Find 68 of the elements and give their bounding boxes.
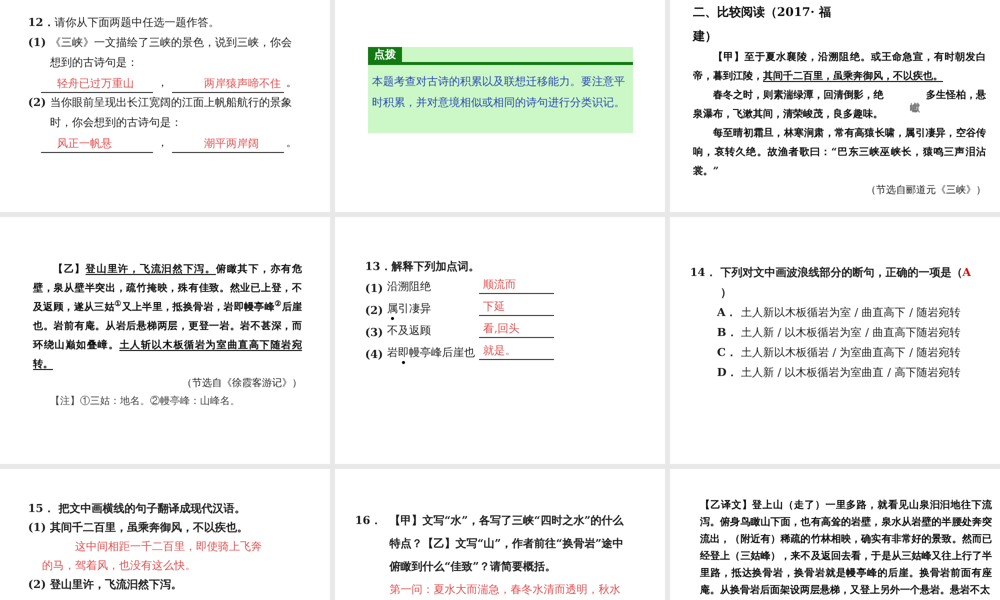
section-title: 二、比较阅读（2017· 福建） xyxy=(693,4,832,45)
blank-separator: ， xyxy=(157,135,168,151)
blank-end: 。 xyxy=(286,75,297,91)
passage-note: 【注】①三姑：地名。②幔亭峰：山峰名。 xyxy=(49,394,241,409)
passage-paragraph: 每至晴初霜旦，林寒涧肃，常有高猿长啸，属引凄异，空谷传响，哀转久绝。故渔者歌曰：“巴东三峡巫峡长，猿鸣三声泪沾裳。” xyxy=(693,126,986,179)
question-number: 12． xyxy=(28,15,54,31)
question-number: 16． xyxy=(355,513,382,529)
item-label: (2) xyxy=(365,303,384,319)
term-text: 岩即幔亭峰后崖也 xyxy=(387,345,480,365)
slide-thumbnail[interactable]: 二、比较阅读（2017· 福建） 【甲】至于夏水襄陵，沿溯阻绝。或王命急宣，有时朝发白帝，暮到江陵，其间千二百里，虽乘奔御风，不以疾也。 春冬之时，则素湍绿潭，回清倒影，绝 巘 多生怪柏，悬泉瀑布，飞漱其间，清荣峻茂，良多趣味。 每至晴初霜旦，林寒涧肃，常有高猿长啸，属引凄异，空谷传响，哀转久绝。故渔者歌曰：“巴东三峡巫峡长，猿鸣三声泪沾裳。” （节选自郦道元《三峡》） xyxy=(670,0,1000,212)
question-number: 14． xyxy=(690,265,716,281)
item-text: 《三峡》一文描绘了三峡的景色，说到三峡，你会想到的古诗句是： xyxy=(50,35,294,71)
question-prompt: 下列对文中画波浪线部分的断句，正确的一项是（A ） xyxy=(720,265,971,301)
item-label: (1) xyxy=(28,520,46,536)
answer-blank: 轻舟已过万重山 xyxy=(41,76,153,93)
term-text: 不及返顾 xyxy=(387,323,432,339)
passage-source: （节选自《徐霞客游记》） xyxy=(182,376,302,391)
slide-thumbnail[interactable]: 12．请你从下面两题中任选一题作答。 (1) 《三峡》一文描绘了三峡的景色，说到三峡，你会想到的古诗句是： 轻舟已过万重山 ， 两岸猿声啼不住 。 (2) 当你眼前呈现出长江宽阔的江面上帆船航行的景象时，你会想到的古诗句是： 风正一帆悬 ， 潮平两岸阔 。 xyxy=(0,0,330,212)
item-text: 其间千二百里，虽乘奔御风，不以疾也。 xyxy=(50,520,248,536)
slide-thumbnail[interactable]: 【乙】登山里许，飞流汩然下泻。俯瞰其下，亦有危壁，泉从壁半突出，疏竹掩映，殊有佳致。然业已上登，不及返顾，遂从三姑$^{①}$又上半里，抵换骨岩，岩即幔亭峰$^{②}$后崖也。岩前有庵。从岩后悬梯两层，更登一岩。岩不甚深，而环绕山巅如叠嶂。土人斩以木板循岩为室曲直高下随岩宛转。 （节选自《徐霞客游记》） 【注】①三姑：地名。②幔亭峰：山峰名。 xyxy=(0,217,330,464)
note-tag: 点拨 xyxy=(368,47,402,62)
item-text: 当你眼前呈现出长江宽阔的江面上帆船航行的景象时，你会想到的古诗句是： xyxy=(50,95,294,131)
option-letter: C． xyxy=(717,345,738,361)
passage-paragraph: 【甲】至于夏水襄陵，沿溯阻绝。或王命急宣，有时朝发白帝，暮到江陵，其间千二百里，虽乘奔御风，不以疾也。 xyxy=(693,50,986,84)
slide-thumbnail[interactable]: 13．解释下列加点词。 (1) 沿溯阻绝 顺流而 (2) 属引凄异 下延 (3) 不及返顾 看,回头 (4) 岩即幔亭峰后崖也 就是。 xyxy=(335,217,665,464)
question-prompt: 把文中画横线的句子翻译成现代汉语。 xyxy=(58,501,246,517)
option-letter: B． xyxy=(717,325,738,341)
slide-thumbnail[interactable]: 15． 把文中画横线的句子翻译成现代汉语。 (1) 其间千二百里，虽乘奔御风，不以疾也。 这中间相距一千二百里，即使骑上飞奔的马，驾着风，也没有这么快。 (2) 登山里许，飞流汩然下泻。 xyxy=(0,469,330,600)
question-number: 15． xyxy=(28,501,54,517)
answer-blank: 风正一帆悬 xyxy=(41,136,153,153)
question-number: 13． xyxy=(365,259,392,275)
item-label: (4) xyxy=(365,347,384,363)
question-prompt: 解释下列加点词。 xyxy=(391,259,480,275)
passage-source: （节选自郦道元《三峡》） xyxy=(866,184,986,198)
option-text: 土人新 / 以木板循岩为室 / 曲直高下随岩宛转 xyxy=(741,325,960,341)
item-label: (1) xyxy=(28,35,46,51)
item-label: (1) xyxy=(365,281,384,297)
slide-thumbnail[interactable]: 点拨 本题考查对古诗的积累以及联想迁移能力。要注意平时积累，并对意境相似或相同的诗句进行分类识记。 xyxy=(335,0,665,212)
answer-text: 第一问：夏水大而湍急，春冬水清而透明，秋水 xyxy=(389,582,622,598)
term-text: 沿溯阻绝 xyxy=(387,279,432,295)
question-prompt: 请你从下面两题中任选一题作答。 xyxy=(54,15,220,31)
answer-blank: 下延 xyxy=(479,299,554,316)
slide-thumbnail[interactable]: 16． 【甲】文写“水”，各写了三峡“四时之水”的什么特点？【乙】文写“山”，作者前往“换骨岩”途中俯瞰到什么“佳致”？请简要概括。 第一问：夏水大而湍急，春冬水清而透明，秋水 xyxy=(335,469,665,600)
translation-text: 【乙译文】登上山（走了）一里多路，就看见山泉汩汩地往下流泻。俯身鸟瞰山下面，也有高耸的岩壁，泉水从岩壁的半腰处奔突流出，（附近有）稀疏的竹林相映，确实有非常好的景致。然而已经登上（三姑峰），来不及返回去看，于是从三姑峰又往上行了半里路，抵达换骨岩，换骨岩就是幔亭峰的后崖。换骨岩前面有座庵。从换骨岩后面架设两层悬梯，又登上另外一个悬岩。悬岩不太 xyxy=(700,498,992,598)
answer-blank: 潮平两岸阔 xyxy=(172,136,284,153)
question-prompt: 【甲】文写“水”，各写了三峡“四时之水”的什么特点？【乙】文写“山”，作者前往“换骨岩”途中俯瞰到什么“佳致”？请简要概括。 xyxy=(389,513,625,575)
slide-thumbnail[interactable]: 14． 下列对文中画波浪线部分的断句，正确的一项是（A ） A． 土人新以木板循岩为室 / 曲直高下 / 随岩宛转 B． 土人新 / 以木板循岩为室 / 曲直高下随岩宛转 C． 土人新以木板循岩 / 为室曲直高下 / 随岩宛转 D． 土人新 / 以木板循岩为室曲直 / 高下随岩宛转 xyxy=(670,217,1000,464)
passage-paragraph: 春冬之时，则素湍绿潭，回清倒影，绝 巘 多生怪柏，悬泉瀑布，飞漱其间，清荣峻茂，良多趣味。 xyxy=(693,88,986,122)
term-text: 属引凄异 xyxy=(387,301,480,321)
option-letter: A． xyxy=(717,305,738,321)
answer-blank: 两岸猿声啼不住 xyxy=(172,76,284,93)
blank-end: 。 xyxy=(286,135,297,151)
item-text: 登山里许，飞流汩然下泻。 xyxy=(50,577,182,593)
item-label: (2) xyxy=(28,95,46,111)
answer-blank: 就是。 xyxy=(479,343,554,360)
passage-paragraph: 【乙】登山里许，飞流汩然下泻。俯瞰其下，亦有危壁，泉从壁半突出，疏竹掩映，殊有佳致。然业已上登，不及返顾，遂从三姑$^{①}$又上半里，抵换骨岩，岩即幔亭峰$^{②}$后崖也。岩前有庵。从岩后悬梯两层，更登一岩。岩不甚深，而环绕山巅如叠嶂。土人斩以木板循岩为室曲直高下随岩宛转。 xyxy=(33,262,302,372)
item-label: (3) xyxy=(365,325,384,341)
note-text: 本题考查对古诗的积累以及联想迁移能力。要注意平时积累，并对意境相似或相同的诗句进行分类识记。 xyxy=(371,74,626,111)
option-text: 土人新 / 以木板循岩为室曲直 / 高下随岩宛转 xyxy=(741,365,960,381)
slide-thumbnail[interactable]: 【乙译文】登上山（走了）一里多路，就看见山泉汩汩地往下流泻。俯身鸟瞰山下面，也有高耸的岩壁，泉水从岩壁的半腰处奔突流出，（附近有）稀疏的竹林相映，确实有非常好的景致。然而已经登上（三姑峰），来不及返回去看，于是从三姑峰又往上行了半里路，抵达换骨岩，换骨岩就是幔亭峰的后崖。换骨岩前面有座庵。从换骨岩后面架设两层悬梯，又登上另外一个悬岩。悬岩不太 xyxy=(670,469,1000,600)
answer-blank: 看,回头 xyxy=(479,321,554,338)
option-letter: D． xyxy=(717,365,739,381)
answer-blank: 顺流而 xyxy=(479,277,554,294)
item-label: (2) xyxy=(28,577,46,593)
blank-separator: ， xyxy=(157,75,168,91)
option-text: 土人新以木板循岩为室 / 曲直高下 / 随岩宛转 xyxy=(741,305,960,321)
answer-text: 这中间相距一千二百里，即使骑上飞奔的马，驾着风，也没有这么快。 xyxy=(41,539,263,574)
option-text: 土人新以木板循岩 / 为室曲直高下 / 随岩宛转 xyxy=(741,345,960,361)
